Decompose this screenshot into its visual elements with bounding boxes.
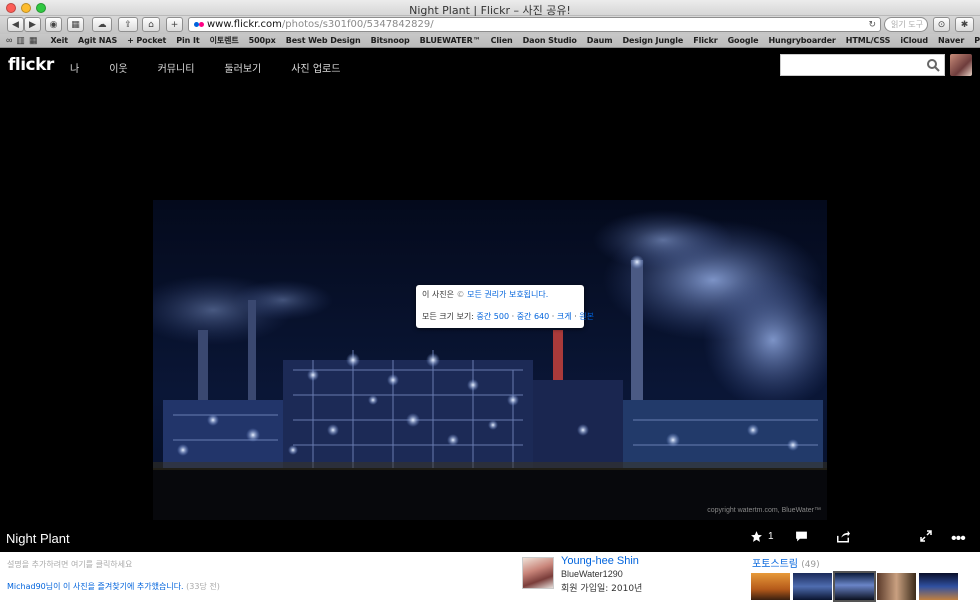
bookmark-item[interactable]: iCloud xyxy=(895,36,933,45)
address-host: www.flickr.com xyxy=(207,19,282,30)
main-nav: 나 이웃 커뮤니티 둘러보기 사진 업로드 xyxy=(70,60,370,75)
rights-link[interactable]: 모든 권리가 보호됩니다. xyxy=(467,290,548,299)
bookmark-item[interactable]: Daon Studio xyxy=(518,36,582,45)
bookmark-item[interactable]: + Pocket xyxy=(122,36,171,45)
bookmarks-bar: ∞ ▥ ▦ Xeit Agit NAS + Pocket Pin It 이토렌트… xyxy=(0,34,980,48)
settings-gear-icon[interactable]: ✱ xyxy=(955,17,974,32)
grid-topsites-icon[interactable]: ▦ xyxy=(29,35,38,46)
bookmark-item[interactable]: Parkoz xyxy=(969,36,980,45)
reader-button[interactable]: 읽기 도구 xyxy=(884,17,928,32)
photostream-link[interactable]: 포토스트림 (49) xyxy=(752,555,820,570)
photostream-thumbnail[interactable] xyxy=(751,573,790,600)
bookmark-item[interactable]: 500px xyxy=(244,36,281,45)
bookmark-item[interactable]: Flickr xyxy=(688,36,722,45)
photostream-thumbnail[interactable] xyxy=(877,573,916,600)
fave-count: 1 xyxy=(768,531,774,542)
flickr-logo[interactable]: flickr xyxy=(8,55,54,75)
sizes-label: 모든 크기 보기: xyxy=(422,312,474,321)
bookmark-item[interactable]: Pin It xyxy=(171,36,204,45)
rights-prefix: 이 사진은 xyxy=(422,290,454,299)
activity-user-link[interactable]: Michad90 xyxy=(7,582,46,591)
owner-username: BlueWater1290 xyxy=(561,569,623,579)
icloud-tabs-icon[interactable]: ☁ xyxy=(92,17,112,32)
bookmark-item[interactable]: Clien xyxy=(486,36,518,45)
share-button[interactable] xyxy=(836,530,850,543)
rights-popup: 이 사진은 © 모든 권리가 보호됩니다. 모든 크기 보기: 중간 500 ·… xyxy=(416,285,594,328)
activity-item: Michad90님이 이 사진을 즐겨찾기에 추가했습니다. (33당 전) xyxy=(7,581,220,592)
comment-button[interactable] xyxy=(795,530,808,542)
new-tab-button[interactable]: + xyxy=(166,17,183,32)
bookmark-item[interactable]: Daum xyxy=(582,36,618,45)
address-bar[interactable]: www.flickr.com/photos/s301f00/5347842829… xyxy=(188,17,881,32)
forward-button[interactable]: ▶ xyxy=(24,17,41,32)
activity-text: 님이 이 사진을 즐겨찾기에 추가했습니다. xyxy=(45,582,184,591)
fave-button[interactable]: 1 xyxy=(750,530,774,543)
bookmark-item[interactable]: Xeit xyxy=(45,36,73,45)
size-original-link[interactable]: 원본 xyxy=(579,312,594,321)
user-avatar[interactable] xyxy=(950,54,972,76)
bookmark-item[interactable]: HTML/CSS xyxy=(841,36,896,45)
history-icon[interactable]: ◉ xyxy=(45,17,62,32)
copyright-icon: © xyxy=(456,290,465,299)
back-button[interactable]: ◀ xyxy=(7,17,24,32)
bookmark-item[interactable]: Bitsnoop xyxy=(366,36,415,45)
share-arrow-icon xyxy=(837,530,850,543)
size-large-link[interactable]: 크게 xyxy=(557,312,572,321)
bookmark-item[interactable]: Agit NAS xyxy=(73,36,122,45)
star-icon xyxy=(751,531,762,542)
owner-name[interactable]: Young-hee Shin xyxy=(561,555,639,567)
share-icon[interactable]: ⇪ xyxy=(118,17,138,32)
more-options-icon[interactable]: ••• xyxy=(951,530,966,548)
reload-icon[interactable]: ↻ xyxy=(868,19,876,31)
address-path: /photos/s301f00/5347842829/ xyxy=(281,19,434,30)
photostream-title[interactable]: 포토스트림 xyxy=(752,559,798,570)
bookmark-item[interactable]: Naver xyxy=(933,36,969,45)
nav-groups[interactable]: 커뮤니티 xyxy=(158,60,195,75)
browser-toolbar: ◀ ▶ ◉ ▦ ☁ ⇪ ⌂ + www.flickr.com/photos/s3… xyxy=(0,16,980,34)
search-icon[interactable] xyxy=(926,58,940,72)
photostream-thumbnails xyxy=(751,571,958,602)
nav-contacts[interactable]: 이웃 xyxy=(109,60,127,75)
activity-time: (33당 전) xyxy=(186,582,220,591)
book-icon[interactable]: ▥ xyxy=(16,35,25,46)
photostream-thumbnail[interactable] xyxy=(919,573,958,600)
nav-upload[interactable]: 사진 업로드 xyxy=(291,60,340,75)
nav-you[interactable]: 나 xyxy=(70,60,79,75)
bookmark-item[interactable]: Google xyxy=(723,36,764,45)
photostream-thumbnail[interactable] xyxy=(793,573,832,600)
photo-stage: copyright watertm.com, BlueWater™ 이 사진은 … xyxy=(0,82,980,552)
flickr-header: flickr 나 이웃 커뮤니티 둘러보기 사진 업로드 xyxy=(0,49,980,82)
photo-watermark: copyright watertm.com, BlueWater™ xyxy=(707,507,821,514)
topsites-icon[interactable]: ▦ xyxy=(67,17,84,32)
photo-title: Night Plant xyxy=(6,531,70,546)
bookmark-item[interactable]: Design Jungle xyxy=(617,36,688,45)
bookmark-item[interactable]: Best Web Design xyxy=(281,36,366,45)
window-titlebar: Night Plant | Flickr – 사진 공유! xyxy=(0,0,980,17)
photo-info-panel: 설명을 추가하려면 여기를 클릭하세요 Michad90님이 이 사진을 즐겨찾… xyxy=(0,552,980,610)
site-search-input[interactable] xyxy=(780,54,945,76)
nav-explore[interactable]: 둘러보기 xyxy=(224,60,261,75)
photostream-thumbnail[interactable] xyxy=(833,571,876,602)
main-photo[interactable]: copyright watertm.com, BlueWater™ xyxy=(153,200,827,520)
home-icon[interactable]: ⌂ xyxy=(142,17,160,32)
description-placeholder[interactable]: 설명을 추가하려면 여기를 클릭하세요 xyxy=(7,559,132,570)
photostream-count: (49) xyxy=(801,560,820,570)
owner-joined: 회원 가입일: 2010년 xyxy=(561,584,643,594)
bookmark-item[interactable]: Hungryboarder xyxy=(763,36,840,45)
bookmark-item[interactable]: 이토렌트 xyxy=(205,35,244,46)
fullscreen-button[interactable] xyxy=(920,530,932,542)
comment-icon xyxy=(796,531,807,542)
expand-icon xyxy=(920,530,932,542)
bookmark-item[interactable]: BLUEWATER™ xyxy=(415,36,486,45)
glasses-reading-list-icon[interactable]: ∞ xyxy=(6,35,12,46)
size-medium-640-link[interactable]: 중간 640 xyxy=(517,312,550,321)
downloads-icon[interactable]: ⊙ xyxy=(933,17,950,32)
size-medium-500-link[interactable]: 중간 500 xyxy=(477,312,510,321)
owner-avatar[interactable] xyxy=(522,557,554,589)
